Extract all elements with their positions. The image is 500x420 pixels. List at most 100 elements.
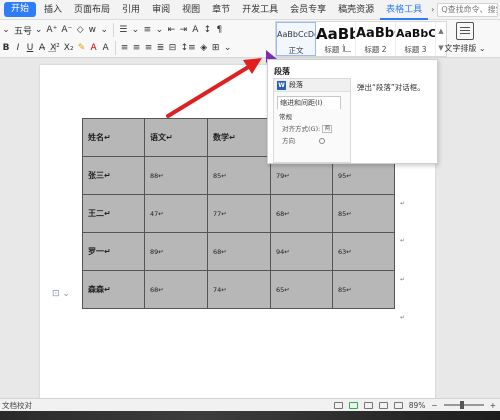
font-color-icon[interactable]: A [88,40,100,56]
bullet-list-icon[interactable]: ☰ [117,22,129,38]
tab-review[interactable]: 审阅 [146,0,176,20]
chinese-layout-icon[interactable]: A [189,22,201,38]
numbered-list-icon[interactable]: ≡ [141,22,153,38]
menu-bar: 开始 插入 页面布局 引用 审阅 视图 章节 开发工具 会员专享 稿壳资源 表格… [0,0,500,20]
show-marks-icon[interactable]: ¶ [213,22,225,38]
tab-member[interactable]: 会员专享 [284,0,332,20]
style-heading-2[interactable]: AaBbC 标题 2 [356,22,396,56]
style-gallery: AaBbCcDd 正文 AaBb 标题 1 AaBbC 标题 2 AaBbC 标… [275,21,447,57]
table-cell[interactable]: 77↵ [207,194,271,233]
print-layout-icon[interactable] [348,401,358,409]
dropdown-icon[interactable]: ⌄ [98,22,110,38]
page-view-icon[interactable] [363,401,373,409]
dropdown-icon[interactable]: ⌄ [129,22,141,38]
tab-start[interactable]: 开始 [4,2,37,17]
table-move-handle-icon[interactable]: ⊡ ⌄ [52,289,70,299]
align-center-icon[interactable]: ≡ [131,40,143,56]
tabs-more-button[interactable]: › [428,5,437,14]
line-spacing-icon[interactable]: ↕≡ [179,40,198,56]
zoom-slider-knob[interactable] [459,401,464,409]
shrink-font-icon[interactable]: A⁻ [59,22,74,38]
highlight-icon[interactable]: ✎ [76,40,88,56]
tab-insert[interactable]: 插入 [38,0,68,20]
table-cell[interactable]: 王二↵ [82,194,145,233]
dialog-preview-section: 常规 [279,113,292,121]
ribbon-row-2: B I U A̶ X² X₂ ✎ A A ≡ ≡ ≡ ≣ ⊟ ↕≡ ◈ ⊞ ⌄ [0,39,234,57]
underline-icon[interactable]: U [24,40,36,56]
font-family-dropdown-icon[interactable]: ⌄ [0,22,12,38]
table-cell[interactable]: 语文↵ [144,118,208,157]
outline-view-icon[interactable] [393,401,403,409]
style-normal[interactable]: AaBbCcDd 正文 [276,22,316,56]
subscript-icon[interactable]: X₂ [62,40,76,56]
table-cell[interactable]: 68↵ [270,194,333,233]
table-cell[interactable]: 85↵ [332,270,395,309]
shading-icon[interactable]: ◈ [198,40,210,56]
table-cell[interactable]: 张三↵ [82,156,145,195]
char-border-icon[interactable]: A [100,40,112,56]
table-cell[interactable]: 65↵ [270,270,333,309]
table-cell[interactable]: 85↵ [332,194,395,233]
justify-icon[interactable]: ≣ [155,40,167,56]
table-cell[interactable]: 数学↵ [207,118,271,157]
sort-icon[interactable]: ↕ [201,22,213,38]
table-cell[interactable]: 88↵ [144,156,208,195]
style-label: 标题 3 [404,45,427,54]
table-cell[interactable]: 89↵ [144,232,208,271]
wps-writer-icon: W [277,80,286,90]
decrease-indent-icon[interactable]: ⇤ [165,22,177,38]
font-size-value: 五号 [14,26,33,37]
ribbon-row-1: ⌄ 五号 ⌄ A⁺ A⁻ ◇ w ⌄ ☰ ⌄ ≡ ⌄ ⇤ ⇥ A ↕ ¶ [0,21,225,39]
style-heading-3[interactable]: AaBbC 标题 3 [396,22,436,56]
eye-mode-icon[interactable] [333,401,343,409]
table-cell[interactable]: 姓名↵ [82,118,145,157]
table-cell[interactable]: 68↵ [144,270,208,309]
tab-resources[interactable]: 稿壳资源 [332,0,380,20]
align-right-icon[interactable]: ≡ [143,40,155,56]
margin-corner-mark [48,44,56,52]
text-layout-button[interactable]: 文字排版 ⌄ [440,22,490,54]
status-right: 89% − + [333,401,500,410]
table-row: 森森↵ 68↵ 74↵ 65↵ 85↵ [82,270,395,309]
italic-icon[interactable]: I [12,40,24,56]
row-end-mark: ↵ [400,314,406,321]
borders-icon[interactable]: ⊞ [210,40,222,56]
bold-icon[interactable]: B [0,40,12,56]
command-search[interactable]: Q查找命令、搜索模板 [437,2,498,17]
clear-format-icon[interactable]: ◇ [74,22,86,38]
table-cell[interactable]: 85↵ [207,156,271,195]
zoom-in-icon[interactable]: + [490,401,496,410]
tab-table-tools[interactable]: 表格工具 [380,0,429,20]
align-label: 对齐方式(G): [282,125,321,133]
table-cell[interactable]: 63↵ [332,232,395,271]
grow-font-icon[interactable]: A⁺ [44,22,59,38]
proofread-status[interactable]: 文档校对 [0,400,32,411]
table-cell[interactable]: 74↵ [207,270,271,309]
font-size-dropdown[interactable]: 五号 ⌄ [12,22,44,38]
paragraph-dialog-launcher-icon[interactable]: ⌄ [222,40,234,56]
tab-chapter[interactable]: 章节 [206,0,236,20]
style-sample: AaBbC [396,27,435,40]
table-cell[interactable]: 94↵ [270,232,333,271]
table-cell[interactable]: 68↵ [207,232,271,271]
tab-references[interactable]: 引用 [116,0,146,20]
strikethrough-icon[interactable]: A̶ [36,40,48,56]
style-label: 正文 [288,46,304,55]
table-cell[interactable]: 罗一↵ [82,232,145,271]
distribute-icon[interactable]: ⊟ [167,40,179,56]
table-cell[interactable]: 47↵ [144,194,208,233]
tooltip-title: 段落 [274,67,290,76]
table-cell[interactable]: 森森↵ [82,270,145,309]
direction-label: 方向 [282,137,295,145]
tab-page-layout[interactable]: 页面布局 [68,0,116,20]
tab-developer[interactable]: 开发工具 [236,0,284,20]
dropdown-icon[interactable]: ⌄ [153,22,165,38]
zoom-out-icon[interactable]: − [431,401,437,410]
style-label: 标题 2 [364,45,387,54]
tab-view[interactable]: 视图 [176,0,206,20]
align-left-icon[interactable]: ≡ [119,40,131,56]
web-view-icon[interactable] [378,401,388,409]
zoom-slider[interactable] [443,401,484,409]
phonetic-icon[interactable]: w [86,22,98,38]
increase-indent-icon[interactable]: ⇥ [177,22,189,38]
